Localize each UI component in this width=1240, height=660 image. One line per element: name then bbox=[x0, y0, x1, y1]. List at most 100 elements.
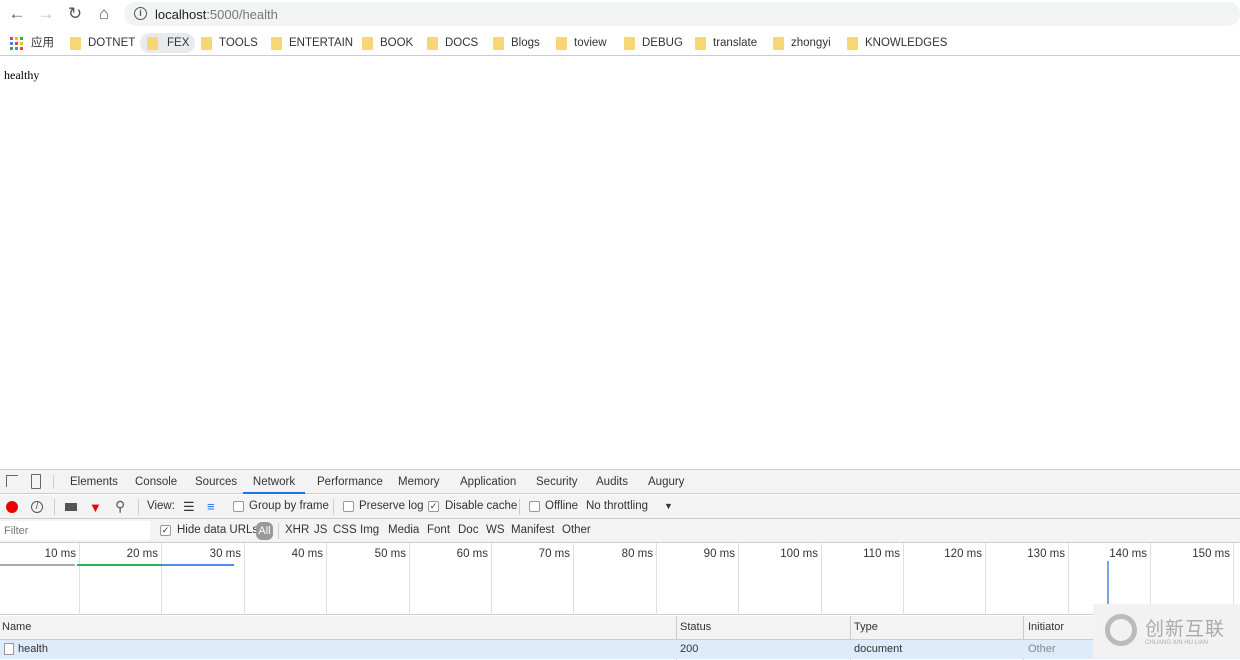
timeline-tick-label: 70 ms bbox=[538, 548, 570, 560]
column-name[interactable]: Name bbox=[2, 621, 31, 633]
back-button[interactable]: ← bbox=[6, 4, 28, 24]
column-type[interactable]: Type bbox=[854, 621, 878, 633]
preserve-log-checkbox[interactable] bbox=[343, 501, 354, 512]
search-icon[interactable]: ⚲ bbox=[115, 498, 125, 515]
timeline-tick-label: 90 ms bbox=[703, 548, 735, 560]
folder-icon bbox=[427, 37, 438, 50]
folder-icon bbox=[624, 37, 635, 50]
filter-bar: ✓ Hide data URLs All XHR JS CSS Img Medi… bbox=[0, 519, 1240, 543]
bookmark-label: 应用 bbox=[31, 37, 54, 49]
bookmark-folder[interactable]: Blogs bbox=[489, 33, 540, 53]
clear-icon[interactable]: / bbox=[31, 501, 43, 513]
filter-type-media[interactable]: Media bbox=[388, 524, 419, 536]
timeline-gridline bbox=[985, 543, 986, 615]
bookmark-folder[interactable]: toview bbox=[552, 33, 607, 53]
page-body-text: healthy bbox=[4, 68, 40, 82]
timeline-bar-download bbox=[162, 564, 234, 566]
row-name: health bbox=[18, 643, 48, 655]
filter-icon[interactable]: ▼ bbox=[89, 500, 102, 515]
filter-type-img[interactable]: Img bbox=[360, 524, 379, 536]
filter-type-other[interactable]: Other bbox=[562, 524, 591, 536]
tab-elements[interactable]: Elements bbox=[70, 470, 118, 494]
timeline-gridline bbox=[491, 543, 492, 615]
filter-type-doc[interactable]: Doc bbox=[458, 524, 478, 536]
chevron-down-icon[interactable]: ▼ bbox=[664, 501, 673, 511]
timeline-gridline bbox=[738, 543, 739, 615]
bookmark-folder[interactable]: DOCS bbox=[423, 33, 478, 53]
folder-icon bbox=[556, 37, 567, 50]
bookmark-folder[interactable]: TOOLS bbox=[197, 33, 258, 53]
tab-security[interactable]: Security bbox=[536, 470, 578, 494]
column-initiator[interactable]: Initiator bbox=[1028, 621, 1064, 633]
timeline-tick-label: 40 ms bbox=[291, 548, 323, 560]
folder-icon bbox=[201, 37, 212, 50]
timeline-tick-label: 80 ms bbox=[621, 548, 653, 560]
bookmark-folder[interactable]: KNOWLEDGES bbox=[843, 33, 947, 53]
offline-checkbox[interactable] bbox=[529, 501, 540, 512]
info-icon[interactable]: i bbox=[134, 7, 147, 20]
bookmark-apps[interactable]: 应用 bbox=[6, 33, 54, 53]
group-by-frame-checkbox[interactable] bbox=[233, 501, 244, 512]
tab-augury[interactable]: Augury bbox=[648, 470, 684, 494]
hide-data-urls-checkbox[interactable]: ✓ bbox=[160, 525, 171, 536]
list-view-icon[interactable]: ☰ bbox=[183, 499, 195, 515]
waterfall-view-icon[interactable]: ≡ bbox=[207, 499, 215, 514]
offline-label: Offline bbox=[545, 500, 579, 512]
divider bbox=[53, 475, 54, 489]
tab-network[interactable]: Network bbox=[243, 470, 305, 494]
filter-type-all[interactable]: All bbox=[256, 522, 273, 540]
timeline-tick-label: 50 ms bbox=[374, 548, 406, 560]
filter-type-ws[interactable]: WS bbox=[486, 524, 505, 536]
filter-type-js[interactable]: JS bbox=[314, 524, 327, 536]
timeline-gridline bbox=[409, 543, 410, 615]
tab-audits[interactable]: Audits bbox=[596, 470, 628, 494]
filter-type-font[interactable]: Font bbox=[427, 524, 450, 536]
forward-button[interactable]: → bbox=[35, 4, 57, 24]
tab-sources[interactable]: Sources bbox=[195, 470, 237, 494]
device-toolbar-icon[interactable] bbox=[31, 474, 41, 489]
disable-cache-checkbox[interactable]: ✓ bbox=[428, 501, 439, 512]
bookmark-folder[interactable]: FEX bbox=[140, 33, 196, 53]
bookmark-folder[interactable]: DEBUG bbox=[620, 33, 683, 53]
group-by-frame-label: Group by frame bbox=[249, 500, 329, 512]
disable-cache-label: Disable cache bbox=[445, 500, 518, 512]
network-timeline-overview[interactable]: 10 ms 20 ms 30 ms 40 ms 50 ms 60 ms 70 ms 80 ms… bbox=[0, 543, 1240, 615]
bookmark-folder[interactable]: ENTERTAIN bbox=[267, 33, 353, 53]
folder-icon bbox=[695, 37, 706, 50]
table-row[interactable]: health 200 document Other bbox=[0, 640, 1240, 659]
tab-memory[interactable]: Memory bbox=[398, 470, 440, 494]
timeline-gridline bbox=[161, 543, 162, 615]
throttling-select[interactable]: No throttling bbox=[586, 500, 648, 512]
camera-icon[interactable] bbox=[65, 503, 77, 511]
bookmark-folder[interactable]: DOTNET bbox=[66, 33, 135, 53]
home-button[interactable]: ⌂ bbox=[93, 4, 115, 24]
reload-button[interactable]: ↻ bbox=[64, 4, 86, 24]
timeline-tick-label: 100 ms bbox=[780, 548, 818, 560]
tab-console[interactable]: Console bbox=[135, 470, 177, 494]
devtools-panel: Elements Console Sources Network Perform… bbox=[0, 469, 1240, 660]
timeline-gridline bbox=[656, 543, 657, 615]
folder-icon bbox=[847, 37, 858, 50]
bookmarks-bar: 应用 DOTNET FEX TOOLS ENTERTAIN BOOK DOCS … bbox=[0, 30, 1240, 56]
tab-application[interactable]: Application bbox=[460, 470, 516, 494]
network-toolbar: / ▼ ⚲ View: ☰ ≡ Group by frame Preserve … bbox=[0, 495, 1240, 519]
url-text: localhost:5000/health bbox=[155, 7, 278, 22]
timeline-gridline bbox=[903, 543, 904, 615]
apps-icon bbox=[10, 37, 23, 50]
filter-input[interactable] bbox=[0, 521, 150, 540]
filter-type-manifest[interactable]: Manifest bbox=[511, 524, 554, 536]
timeline-bar-waiting bbox=[77, 564, 162, 566]
address-bar[interactable]: i localhost:5000/health bbox=[124, 2, 1240, 26]
column-status[interactable]: Status bbox=[680, 621, 711, 633]
filter-type-xhr[interactable]: XHR bbox=[285, 524, 309, 536]
tab-performance[interactable]: Performance bbox=[317, 470, 383, 494]
record-icon[interactable] bbox=[6, 501, 18, 513]
filter-type-css[interactable]: CSS bbox=[333, 524, 357, 536]
folder-icon bbox=[147, 37, 158, 50]
bookmark-folder[interactable]: zhongyi bbox=[769, 33, 831, 53]
inspect-element-icon[interactable] bbox=[6, 475, 18, 487]
bookmark-folder[interactable]: translate bbox=[691, 33, 757, 53]
watermark-icon bbox=[1105, 614, 1137, 646]
bookmark-folder[interactable]: BOOK bbox=[358, 33, 413, 53]
timeline-tick-label: 30 ms bbox=[209, 548, 241, 560]
